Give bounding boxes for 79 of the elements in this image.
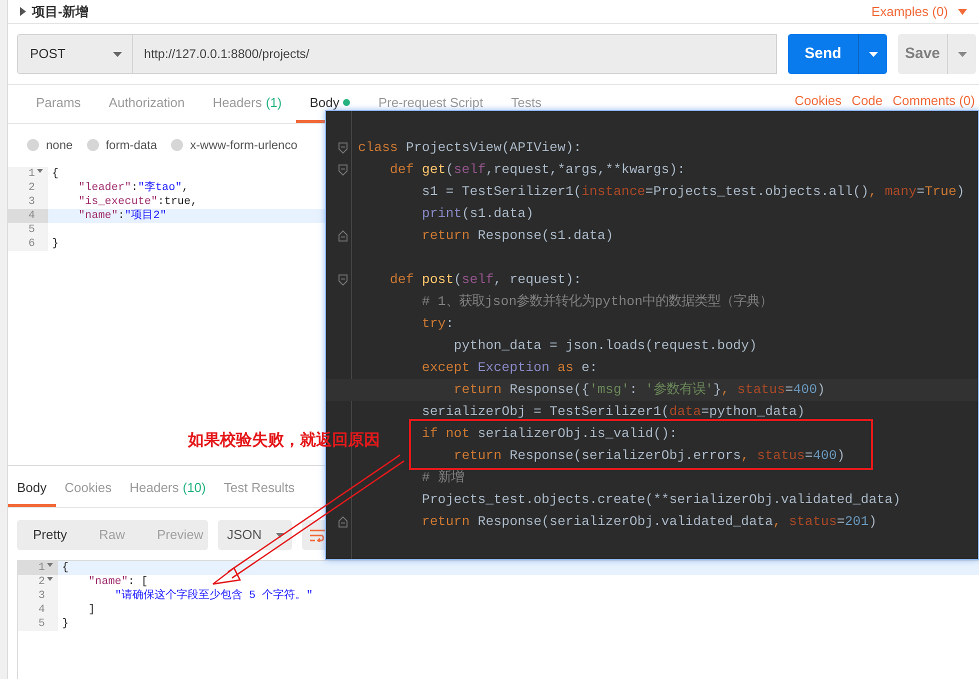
link[interactable]: Code [852, 91, 883, 111]
line-number: 4 [38, 603, 45, 617]
wrap-lines-icon [309, 528, 326, 542]
code-line: "请确保这个字段至少包含 5 个字符。" [114, 590, 313, 602]
code-line: return Response(serializerObj.errors, status=400) [454, 447, 845, 465]
code-line: s1 = TestSerilizer1(instance=Projects_test.objects.all(), many=True) [422, 183, 964, 201]
code-line: "name":"项目2" [78, 210, 166, 222]
caret-icon [113, 52, 122, 56]
fold-marker-icon[interactable] [338, 164, 348, 176]
code-line: python_data = json.loads(request.body) [454, 337, 757, 355]
link[interactable]: Comments (0) [892, 91, 975, 111]
fold-marker-icon[interactable] [338, 142, 348, 154]
code-line: "name": [ [88, 576, 148, 588]
line-number: 1 [38, 561, 45, 575]
expand-triangle-icon[interactable] [20, 7, 26, 16]
code-line: # 新增 [422, 469, 464, 487]
line-number: 3 [38, 589, 45, 603]
caret-icon [276, 532, 284, 538]
code-line: return Response({'msg': '参数有误'}, status=400) [454, 381, 826, 399]
tab[interactable]: Test Results [214, 471, 304, 507]
send-options-button[interactable] [858, 34, 887, 74]
code-line: Projects_test.objects.create(**serializerObj.validated_data) [422, 491, 901, 509]
request-title: 项目-新增 [32, 2, 88, 21]
code-line: class ProjectsView(APIView): [358, 139, 582, 157]
code-line: def post(self, request): [390, 271, 582, 289]
radio-option[interactable]: none [27, 136, 73, 154]
tab[interactable]: Cookies [56, 471, 121, 507]
tab[interactable]: Headers (10) [120, 471, 215, 507]
fold-marker-icon[interactable] [338, 230, 348, 242]
code-line: except Exception as e: [422, 359, 598, 377]
fold-marker-icon[interactable] [338, 516, 348, 528]
line-number: 3 [28, 195, 35, 209]
view-mode-tab[interactable]: Pretty [17, 520, 83, 550]
code-line: try: [422, 315, 454, 333]
code-line: "is_execute":true, [78, 196, 198, 208]
send-button[interactable]: Send [788, 34, 858, 74]
code-line: return Response(s1.data) [422, 227, 614, 245]
fold-caret-icon[interactable] [47, 563, 53, 567]
tab[interactable]: Body [8, 471, 56, 507]
fold-caret-icon[interactable] [37, 169, 43, 173]
view-mode-tab[interactable]: Preview [140, 520, 220, 550]
code-line: "leader":"李tao", [78, 182, 188, 194]
tab[interactable]: Pre-request Script [364, 85, 498, 123]
code-line: def get(self,request,*args,**kwargs): [390, 161, 686, 179]
line-number: 5 [28, 223, 35, 237]
save-button[interactable]: Save [898, 34, 947, 74]
code-line: ] [88, 604, 96, 616]
url-field[interactable]: http://127.0.0.1:8800/projects/ [133, 34, 777, 74]
format-select[interactable]: JSON [218, 520, 292, 550]
tab[interactable]: Tests [497, 85, 556, 123]
tab[interactable]: Headers (1) [198, 85, 296, 123]
code-line: { [52, 168, 59, 180]
caret-icon [958, 52, 966, 56]
radio-option[interactable]: x-www-form-urlenco [171, 136, 298, 154]
line-number: 1 [28, 167, 35, 181]
caret-icon[interactable] [958, 8, 967, 14]
line-number: 2 [28, 181, 35, 195]
view-mode-tab[interactable]: Raw [82, 520, 141, 550]
code-line: } [62, 618, 69, 630]
tab[interactable]: Authorization [94, 85, 199, 123]
code-line: print(s1.data) [422, 205, 534, 223]
fold-caret-icon[interactable] [47, 577, 53, 581]
line-number: 2 [38, 575, 45, 589]
line-number: 6 [28, 237, 35, 251]
fold-marker-icon[interactable] [338, 274, 348, 286]
caret-icon [868, 52, 878, 56]
method-select[interactable]: POST [17, 34, 133, 74]
examples-link[interactable]: Examples (0) [871, 2, 948, 22]
code-line: return Response(serializerObj.validated_data, status=201) [422, 513, 877, 531]
line-number: 5 [38, 617, 45, 631]
radio-option[interactable]: form-data [86, 136, 158, 154]
code-line: } [52, 238, 59, 250]
code-line: { [62, 562, 69, 574]
line-number: 4 [28, 209, 35, 223]
code-line: # 1、获取json参数并转化为python中的数据类型（字典） [422, 292, 773, 311]
link[interactable]: Cookies [794, 91, 842, 111]
code-line: if not serializerObj.is_valid(): [422, 425, 678, 443]
code-line: serializerObj = TestSerilizer1(data=python_data) [422, 403, 805, 421]
tab[interactable]: Params [22, 85, 95, 123]
